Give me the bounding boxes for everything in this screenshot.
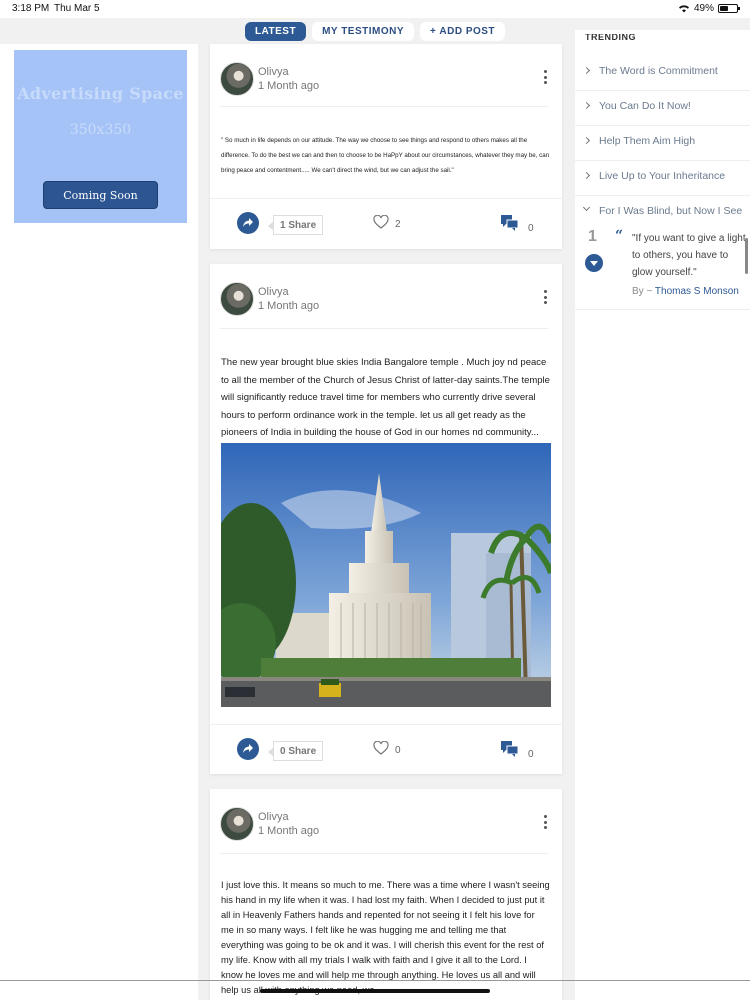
tab-latest[interactable]: LATEST (244, 21, 307, 41)
chevron-down-icon (582, 203, 591, 212)
trending-item[interactable]: Live Up to Your Inheritance (575, 161, 750, 196)
comment-count: 0 (528, 223, 534, 234)
trending-title: TRENDING (585, 34, 636, 42)
quote-author: By ~ Thomas S Monson (632, 286, 739, 297)
trending-item[interactable]: You Can Do It Now! (575, 91, 750, 126)
status-time: 3:18 PM (12, 3, 50, 14)
avatar[interactable] (220, 62, 254, 96)
post-actions: 1 Share 2 0 (210, 198, 562, 248)
ad-size: 350x350 (69, 122, 132, 138)
quote-text: "If you want to give a light to others, … (632, 233, 746, 278)
status-date: Thu Mar 5 (54, 3, 100, 14)
kebab-icon[interactable] (544, 815, 548, 829)
post-time: 1 Month ago (258, 80, 320, 92)
post-text: The new year brought blue skies India Ba… (221, 357, 550, 439)
heart-icon[interactable] (373, 215, 389, 229)
trending-item-label: Help Them Aim High (599, 135, 696, 147)
post-time: 1 Month ago (258, 825, 320, 837)
post-text: " So much in life depends on our attitud… (221, 137, 550, 174)
post-card: Olivya 1 Month ago The new year brought … (210, 264, 562, 774)
chevron-right-icon (582, 66, 591, 75)
quote-down-icon[interactable] (585, 254, 603, 272)
quote-number: 1 (588, 228, 597, 245)
coming-soon-button[interactable]: Coming Soon (43, 181, 158, 209)
wifi-icon (678, 5, 689, 13)
like-count: 0 (395, 745, 401, 756)
comment-icon[interactable] (500, 214, 520, 232)
tab-my-testimony[interactable]: MY TESTIMONY (312, 21, 415, 41)
tab-add-post[interactable]: + ADD POST (420, 21, 506, 41)
status-bar: 3:18 PM Thu Mar 5 49% (0, 0, 750, 18)
trending-item-label: For I Was Blind, but Now I See (599, 205, 743, 217)
comment-count: 0 (528, 749, 534, 760)
ad-title: Advertising Space (17, 84, 184, 103)
divider (220, 106, 548, 107)
post-author[interactable]: Olivya (258, 285, 319, 299)
trending-item-label: The Word is Commitment (599, 65, 718, 77)
comment-icon[interactable] (500, 740, 520, 758)
share-button[interactable]: 1 Share (267, 215, 324, 235)
quote-by: By ~ (632, 286, 653, 297)
share-icon[interactable] (237, 212, 259, 234)
post-card: Olivya 1 Month ago " So much in life dep… (210, 44, 562, 249)
quote-mark-icon: “ (615, 228, 624, 244)
post-header: Olivya 1 Month ago (220, 282, 319, 316)
kebab-icon[interactable] (544, 70, 548, 84)
chevron-right-icon (582, 101, 591, 110)
post-actions: 0 Share 0 0 (210, 724, 562, 774)
divider (0, 980, 750, 981)
divider (220, 853, 548, 854)
trending-item[interactable]: The Word is Commitment (575, 56, 750, 91)
battery-percent: 49% (693, 3, 714, 14)
plus-icon: + (430, 25, 437, 37)
post-header: Olivya 1 Month ago (220, 62, 319, 96)
avatar[interactable] (220, 282, 254, 316)
quote-author-name[interactable]: Thomas S Monson (655, 286, 739, 297)
trending-item-label: Live Up to Your Inheritance (599, 170, 726, 182)
trending-sidebar: TRENDING The Word is Commitment You Can … (575, 30, 750, 1000)
post-time: 1 Month ago (258, 300, 320, 312)
temple-image[interactable] (221, 443, 551, 707)
home-indicator[interactable] (260, 989, 490, 993)
tab-add-post-label: ADD POST (439, 25, 496, 37)
battery-icon (718, 4, 740, 13)
trending-quote: 1 “ "If you want to give a light to othe… (575, 222, 750, 310)
like-count: 2 (395, 219, 401, 230)
trending-item[interactable]: Help Them Aim High (575, 126, 750, 161)
status-right: 49% (678, 3, 740, 14)
post-header: Olivya 1 Month ago (220, 807, 319, 841)
trending-item-label: You Can Do It Now! (599, 100, 691, 112)
divider (220, 328, 548, 329)
share-icon[interactable] (237, 738, 259, 760)
chevron-right-icon (582, 136, 591, 145)
advertisement: Advertising Space 350x350 Coming Soon (14, 50, 187, 223)
avatar[interactable] (220, 807, 254, 841)
chevron-right-icon (582, 171, 591, 180)
scroll-indicator[interactable] (745, 238, 748, 274)
post-author[interactable]: Olivya (258, 810, 319, 824)
share-button[interactable]: 0 Share (267, 741, 324, 761)
post-author[interactable]: Olivya (258, 65, 319, 79)
kebab-icon[interactable] (544, 290, 548, 304)
post-card: Olivya 1 Month ago I just love this. It … (210, 789, 562, 1000)
heart-icon[interactable] (373, 741, 389, 755)
left-sidebar: Advertising Space 350x350 Coming Soon (0, 44, 198, 1000)
